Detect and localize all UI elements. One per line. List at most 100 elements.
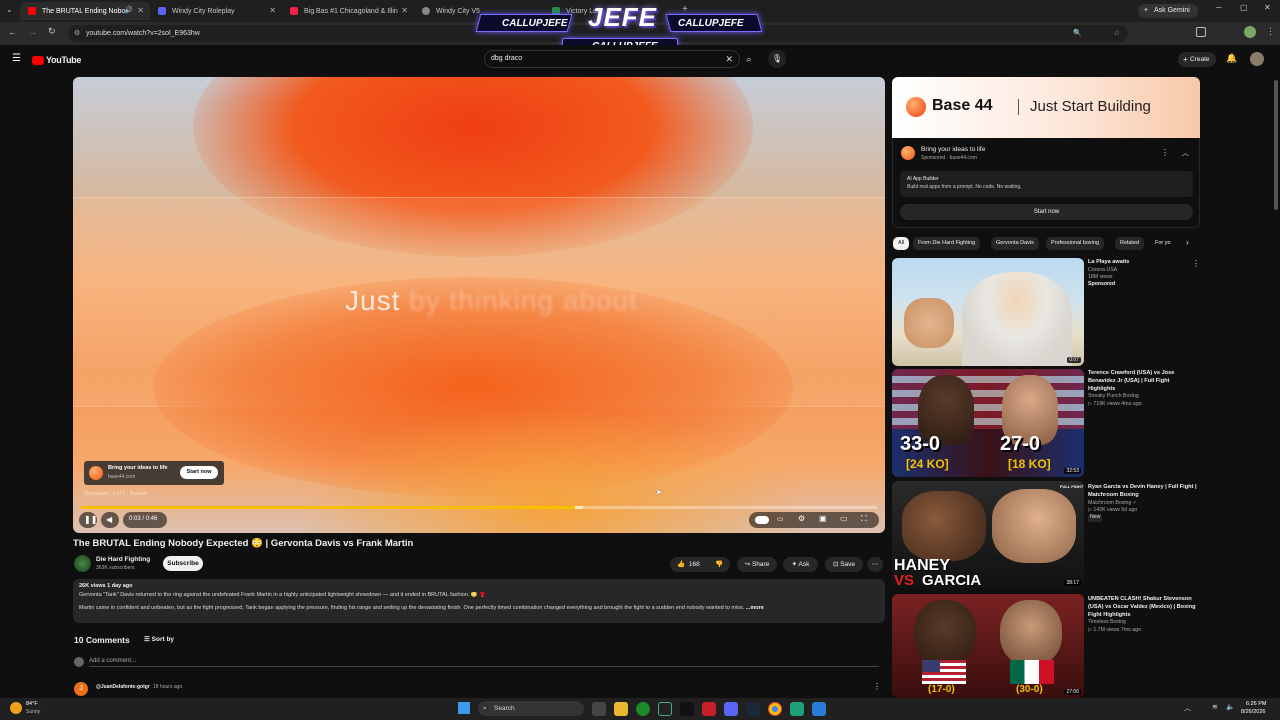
ad-card-cta-button[interactable]: Start now — [180, 466, 218, 479]
youtube-logo[interactable]: YouTube — [32, 54, 81, 66]
rec-thumbnail[interactable]: FULL FIGHT HANEY VS GARCIA 38:17 — [892, 481, 1084, 589]
gemini-icon: ✦ — [1143, 7, 1149, 14]
thumbs-down-icon[interactable]: 👎 — [715, 557, 723, 572]
comment-menu-icon[interactable]: ⋮ — [873, 682, 881, 691]
rec-meta: UNBEATEN CLASH! Shakur Stevenson (USA) v… — [1088, 596, 1198, 634]
rec-thumbnail[interactable]: 33-0 [24 KO] 27-0 [18 KO] 32:53 — [892, 369, 1084, 477]
comment-author[interactable]: @JuanDelafonte-gotgr — [96, 684, 150, 690]
back-icon[interactable]: ← — [8, 27, 17, 37]
chip-related[interactable]: Related — [1115, 237, 1144, 250]
create-button[interactable]: + Create — [1178, 52, 1216, 67]
task-view-icon[interactable] — [592, 702, 606, 716]
search-button[interactable]: ⌕ — [741, 51, 757, 67]
start-button[interactable] — [458, 702, 470, 714]
share-button[interactable]: ↪ Share — [737, 557, 777, 572]
subscribe-button[interactable]: Subscribe — [163, 556, 203, 571]
forward-icon[interactable]: → — [28, 27, 37, 37]
tab-search-icon[interactable]: ⌄ — [6, 5, 13, 14]
more-actions-button[interactable]: ⋯ — [867, 557, 883, 572]
reload-icon[interactable]: ↻ — [48, 26, 56, 37]
xbox-icon[interactable] — [636, 702, 650, 716]
add-comment-input[interactable]: Add a comment... — [89, 658, 879, 667]
search-input[interactable]: dbg draco ✕ — [484, 50, 740, 68]
sidebar-ad-title: Bring your ideas to life — [921, 146, 986, 153]
browser-menu-icon[interactable]: ⋮ — [1266, 26, 1275, 37]
settings-gear-icon[interactable]: ⚙ — [798, 514, 805, 523]
rec-title[interactable]: Terence Crawford (USA) vs Jose Benavidez… — [1088, 370, 1198, 393]
close-tab-icon[interactable]: ✕ — [269, 6, 276, 15]
clear-search-icon[interactable]: ✕ — [725, 51, 733, 67]
miniplayer-icon[interactable]: ▣ — [819, 514, 827, 523]
close-tab-icon[interactable]: ✕ — [401, 6, 408, 15]
theater-mode-icon[interactable]: ▭ — [840, 514, 848, 523]
collapse-chevron-up-icon[interactable]: ︿ — [1182, 148, 1189, 158]
chip-for-you[interactable]: For yo — [1150, 237, 1176, 250]
zoom-icon[interactable]: 🔍 — [1073, 25, 1082, 42]
ask-gemini-button[interactable]: ✦ Ask Gemini — [1138, 4, 1198, 18]
sidebar-ad-banner[interactable]: Base 44 Just Start Building — [892, 77, 1200, 138]
profile-avatar[interactable] — [1244, 26, 1256, 38]
autoplay-toggle[interactable] — [755, 516, 769, 524]
app-icon[interactable] — [680, 702, 694, 716]
speaker-icon: 🔊 — [124, 7, 133, 14]
save-button[interactable]: ⊡ Save — [825, 557, 863, 572]
close-window-icon[interactable]: ✕ — [1264, 3, 1271, 12]
weather-sun-icon[interactable] — [10, 702, 22, 714]
app-icon[interactable] — [658, 702, 672, 716]
rec-title[interactable]: Ryan Garcia vs Devin Haney | Full Fight … — [1088, 484, 1198, 500]
tab-youtube-video[interactable]: The BRUTAL Ending Nobo 🔊 ✕ — [20, 2, 150, 20]
like-button[interactable]: 👍 168 👎 — [670, 557, 730, 572]
ad-menu-icon[interactable]: ⋮ — [1161, 148, 1169, 157]
rec-title[interactable]: UNBEATEN CLASH! Shakur Stevenson (USA) v… — [1088, 596, 1198, 619]
speaker-tray-icon[interactable]: 🔈 — [1226, 703, 1235, 711]
fullscreen-icon[interactable]: ⛶ — [861, 514, 867, 524]
chip-channel[interactable]: From Die Hard Fighting — [913, 237, 981, 250]
taskbar-search[interactable]: ⌕ Search — [478, 701, 584, 716]
app-icon[interactable] — [702, 702, 716, 716]
maximize-icon[interactable]: ▢ — [1240, 3, 1248, 12]
chip-all[interactable]: All — [893, 237, 910, 250]
app-icon[interactable] — [790, 702, 804, 716]
chip-boxing[interactable]: Professional boxing — [1046, 237, 1105, 250]
description-box[interactable]: 26K views 1 day ago Gervonta "Tank" Davi… — [73, 579, 885, 623]
wifi-icon[interactable]: ≋ — [1212, 703, 1218, 711]
close-tab-icon[interactable]: ✕ — [137, 6, 144, 15]
play-pause-button[interactable]: ❚❚ — [79, 512, 97, 528]
sidebar-ad-cta-button[interactable]: Start now — [900, 204, 1193, 220]
tab-big-bas[interactable]: Big Bas #1 Chicagoland & Illin ✕ — [282, 2, 414, 20]
bookmark-star-icon[interactable]: ☆ — [1114, 25, 1120, 42]
sort-by-button[interactable]: ☰ Sort by — [144, 635, 174, 643]
chrome-icon[interactable] — [768, 702, 782, 716]
rec-title[interactable]: La Playa awaits — [1088, 259, 1198, 267]
hamburger-menu-icon[interactable]: ☰ — [12, 53, 21, 64]
file-explorer-icon[interactable] — [614, 702, 628, 716]
ad-overlay-card[interactable]: Bring your ideas to life base44.com Star… — [84, 461, 224, 485]
steam-icon[interactable] — [746, 702, 760, 716]
more-link[interactable]: ...more — [746, 605, 764, 611]
volume-button[interactable]: ◀ — [101, 512, 119, 528]
clock-time[interactable]: 6:26 PM — [1246, 701, 1266, 707]
ad-product-card[interactable]: AI App Builder Build real apps from a pr… — [900, 171, 1193, 197]
notifications-bell-icon[interactable]: 🔔 — [1226, 53, 1237, 64]
tab-windy-city-roleplay[interactable]: Windy City Roleplay ✕ — [150, 2, 282, 20]
page-scrollbar[interactable] — [1274, 80, 1278, 210]
ask-button[interactable]: ✦ Ask — [783, 557, 818, 572]
tray-chevron-icon[interactable]: ︿ — [1184, 703, 1191, 713]
chip-gervonta[interactable]: Gervonta Davis — [991, 237, 1039, 250]
rec-thumbnail[interactable]: 0:07 — [892, 258, 1084, 366]
account-avatar[interactable] — [1250, 52, 1264, 66]
captions-icon[interactable]: ▭ — [777, 515, 784, 523]
extensions-icon[interactable] — [1196, 27, 1206, 37]
video-player[interactable]: Just by thinking about Bring your ideas … — [73, 77, 885, 533]
progress-bar[interactable] — [81, 506, 877, 509]
voice-search-button[interactable]: 🎙 — [768, 50, 786, 68]
channel-avatar[interactable] — [74, 555, 91, 572]
channel-name[interactable]: Die Hard Fighting — [96, 556, 150, 563]
rec-thumbnail[interactable]: (17-0) (30-0) 27:06 — [892, 594, 1084, 698]
site-info-icon[interactable]: ⚙ — [74, 25, 80, 42]
app-icon[interactable] — [812, 702, 826, 716]
rec-menu-icon[interactable]: ⋮ — [1192, 259, 1200, 268]
chips-next-chevron-icon[interactable]: › — [1186, 238, 1189, 247]
minimize-icon[interactable]: ─ — [1216, 3, 1222, 12]
discord-icon[interactable] — [724, 702, 738, 716]
